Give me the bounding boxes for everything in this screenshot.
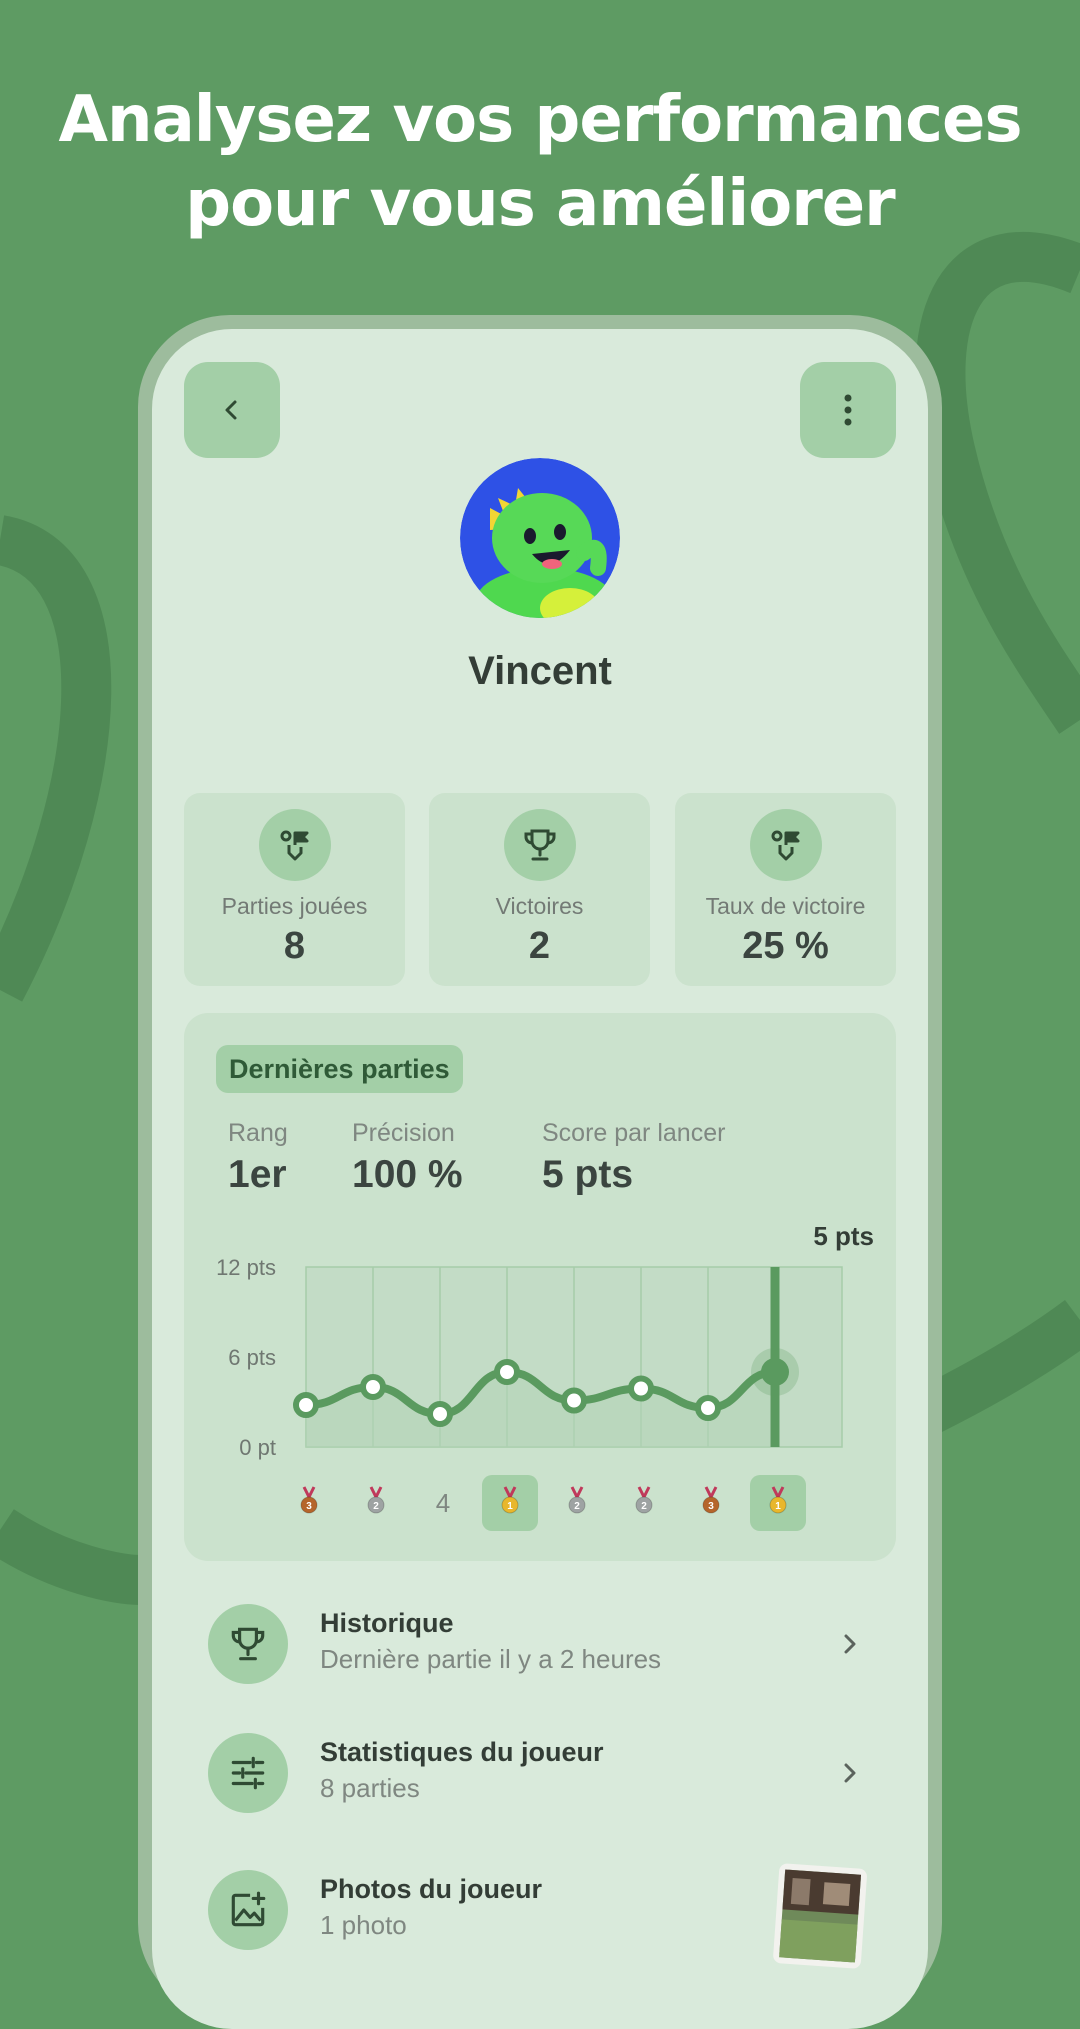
stat-value: 8 <box>283 925 306 967</box>
photo-thumbnail[interactable] <box>770 1862 870 1972</box>
medal-ribbon <box>369 1486 383 1501</box>
medal-rank: 2 <box>641 1501 647 1512</box>
player-photos-row[interactable]: Photos du joueur 1 photo <box>152 1862 928 1982</box>
player-name: Vincent <box>468 649 612 693</box>
dart-flag-icon <box>750 809 822 881</box>
player-photos-title: Photos du joueur <box>320 1874 542 1904</box>
chevron-right-icon <box>844 1763 856 1783</box>
y-tick-label: 12 pts <box>216 1255 276 1280</box>
stat-value: 25 % <box>742 925 829 967</box>
stat-card-games-played: Parties jouées 8 <box>184 793 405 986</box>
data-point <box>761 1358 789 1386</box>
trophy-icon <box>208 1604 288 1684</box>
player-stats-subtitle: 8 parties <box>320 1773 420 1803</box>
medal-rank: 2 <box>373 1501 379 1512</box>
data-point <box>561 1387 587 1414</box>
data-point <box>360 1374 386 1400</box>
more-vertical-icon <box>844 394 852 426</box>
trophy-icon <box>504 809 576 881</box>
rank-label: 4 <box>436 1488 450 1518</box>
headline-line-2: pour vous améliorer <box>185 167 895 241</box>
stat-card-win-rate: Taux de victoire 25 % <box>675 793 896 986</box>
dart-flag-icon <box>259 809 331 881</box>
player-stats-title: Statistiques du joueur <box>320 1737 604 1767</box>
medal-ribbon <box>637 1486 651 1501</box>
stat-value: 2 <box>528 925 551 967</box>
recent-games-card[interactable]: Dernières parties Rang 1er Précision 100… <box>184 1013 896 1561</box>
medal-rank: 1 <box>507 1501 513 1512</box>
data-point <box>494 1359 520 1385</box>
chevron-right-icon <box>844 1634 856 1654</box>
player-stats-row[interactable]: Statistiques du joueur 8 parties <box>152 1733 928 1853</box>
data-point <box>427 1401 453 1427</box>
avatar[interactable] <box>460 458 620 618</box>
data-point <box>293 1392 319 1418</box>
app-screen: Vincent Parties jouées 8 Victoires 2 Tau… <box>152 329 928 2029</box>
medal-rank: 3 <box>708 1501 714 1512</box>
medal-rank: 2 <box>574 1501 580 1512</box>
data-point <box>628 1375 654 1402</box>
medal-ribbon <box>302 1486 316 1501</box>
chevron-left-icon <box>225 400 237 420</box>
stat-label: Taux de victoire <box>705 893 866 919</box>
history-row[interactable]: Historique Dernière partie il y a 2 heur… <box>152 1604 928 1724</box>
history-title: Historique <box>320 1608 454 1638</box>
y-tick-label: 6 pts <box>228 1345 276 1370</box>
y-tick-label: 0 pt <box>239 1435 276 1460</box>
history-subtitle: Dernière partie il y a 2 heures <box>320 1644 662 1674</box>
stat-label: Parties jouées <box>221 893 368 919</box>
player-photos-subtitle: 1 photo <box>320 1910 407 1940</box>
headline-line-1: Analysez vos performances <box>58 83 1022 157</box>
highlight-value-label: 5 pts <box>813 1221 874 1251</box>
sliders-icon <box>208 1733 288 1813</box>
medal-ribbon <box>570 1486 584 1501</box>
medal-ribbon <box>704 1486 718 1501</box>
data-point <box>695 1395 721 1421</box>
medal-rank: 1 <box>775 1501 781 1512</box>
score-chart[interactable]: 0 pt 6 pts 12 pts 5 pts 3 2 4 1 2 2 3 1 <box>184 1013 896 1561</box>
stat-label: Victoires <box>495 893 584 919</box>
stat-card-wins: Victoires 2 <box>429 793 650 986</box>
medal-rank: 3 <box>306 1501 312 1512</box>
more-options-button[interactable] <box>800 362 896 458</box>
back-button[interactable] <box>184 362 280 458</box>
headline: Analysez vos performances pour vous amél… <box>0 78 1080 246</box>
add-photo-icon <box>208 1870 288 1950</box>
